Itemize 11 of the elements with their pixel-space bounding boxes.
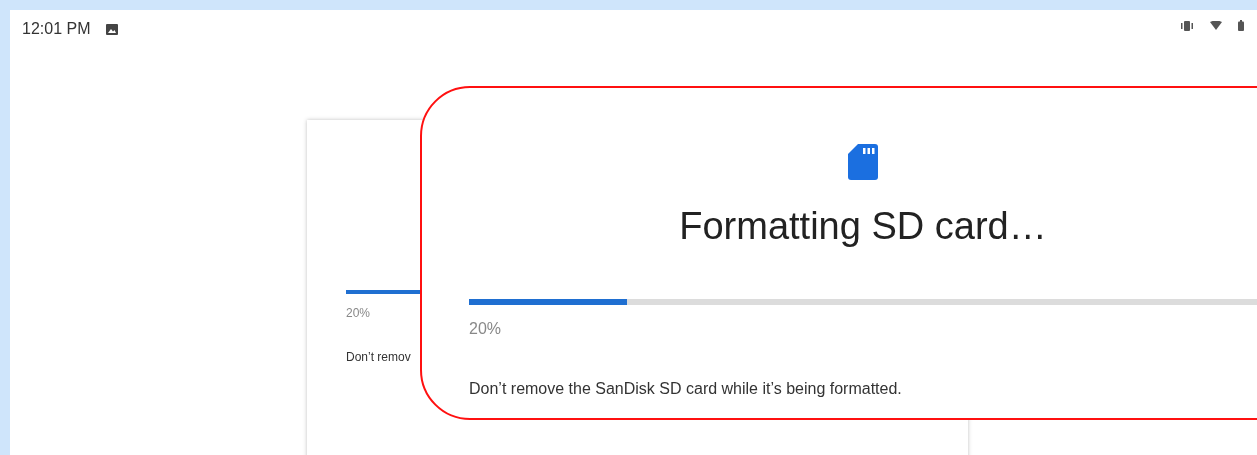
- dialog-message: Don’t remove the SanDisk SD card while it’s being formatted.: [469, 380, 902, 397]
- battery-icon: [1238, 20, 1244, 31]
- progress-percent: 20%: [346, 306, 371, 320]
- image-icon: [106, 23, 119, 35]
- dialog-message: Don’t remov: [346, 349, 411, 366]
- progress-percent: 20%: [469, 320, 502, 337]
- status-time: 12:01 PM: [22, 19, 91, 39]
- vibrate-icon: [1180, 20, 1194, 31]
- sd-card-icon: [848, 144, 878, 180]
- wifi-icon: [1210, 21, 1222, 30]
- dialog-title: Formatting SD card…: [679, 204, 1047, 249]
